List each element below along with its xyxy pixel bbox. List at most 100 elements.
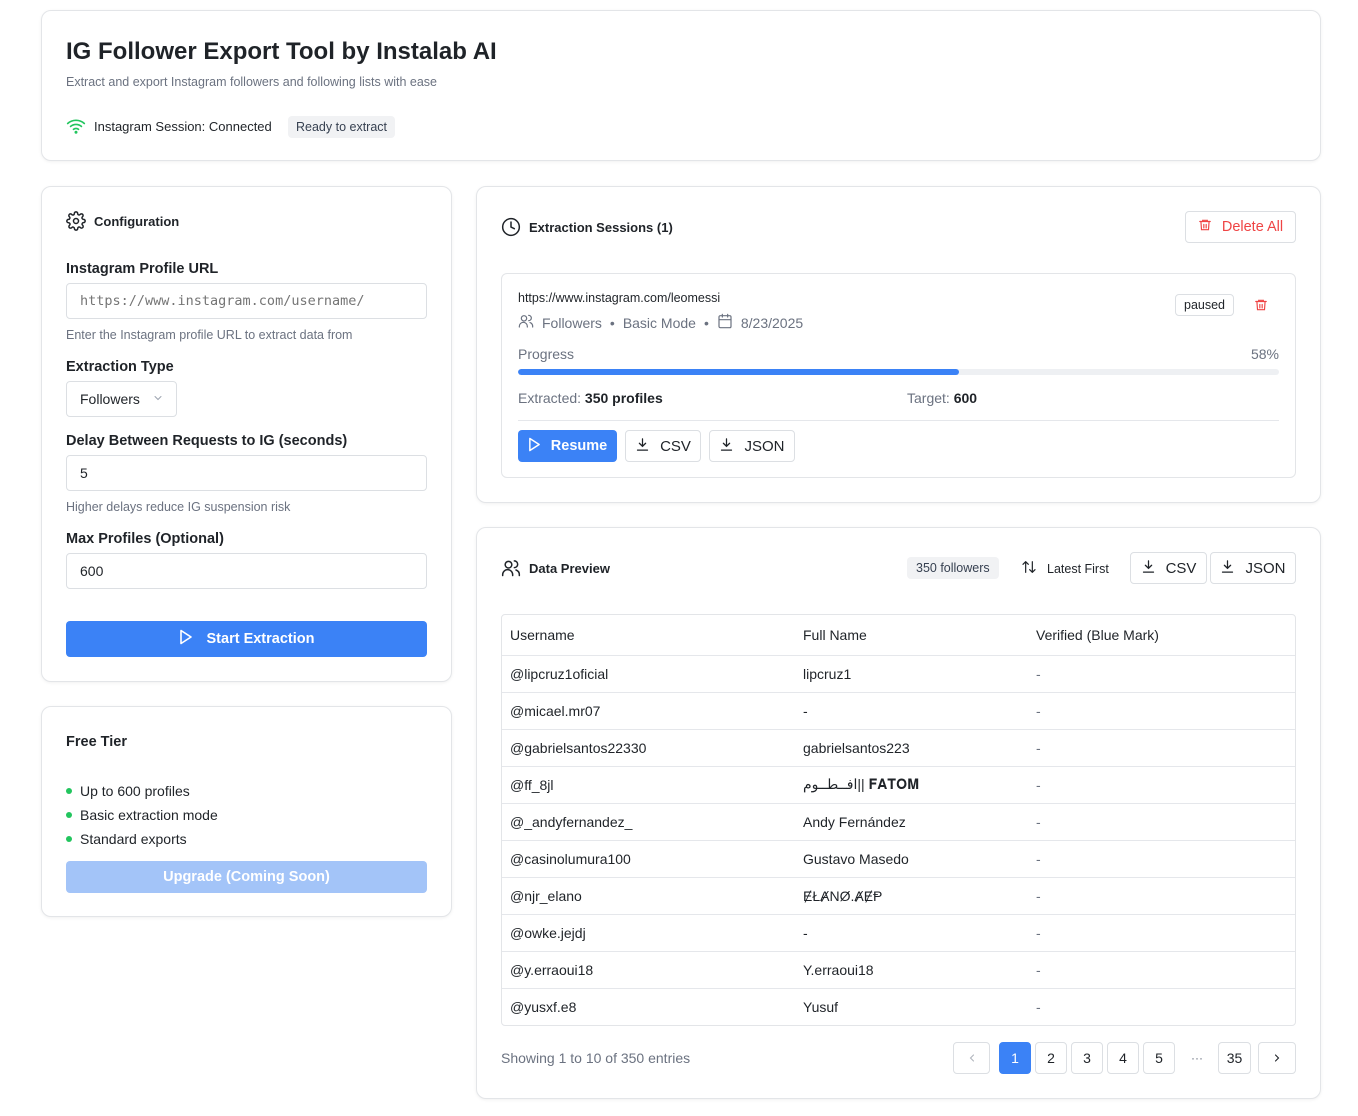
column-header-verified[interactable]: Verified (Blue Mark) bbox=[1028, 615, 1295, 656]
download-icon bbox=[1220, 559, 1235, 578]
next-page-button[interactable] bbox=[1258, 1042, 1296, 1074]
download-icon bbox=[635, 437, 650, 456]
cell-username: @ff_8jl bbox=[502, 766, 795, 804]
resume-button[interactable]: Resume bbox=[518, 430, 617, 462]
extracted-stat: Extracted: 350 profiles bbox=[518, 390, 663, 406]
configuration-card: Configuration Instagram Profile URL Ente… bbox=[41, 186, 452, 682]
target-value: 600 bbox=[953, 390, 978, 406]
table-row: @yusxf.e8 Yusuf - bbox=[502, 988, 1295, 1025]
cell-full-name: lipcruz1 bbox=[795, 655, 1028, 693]
table-row: @ff_8jl افــطــوم|| 𝐅𝐀𝐓𝐎𝐌 - bbox=[502, 766, 1295, 804]
data-preview-title: Data Preview bbox=[529, 561, 610, 576]
table-row: @lipcruz1oficial lipcruz1- bbox=[502, 655, 1295, 693]
preview-csv-button[interactable]: CSV bbox=[1130, 552, 1207, 584]
feature-label: Standard exports bbox=[80, 831, 187, 847]
cell-full-name: Y.erraoui18 bbox=[795, 951, 1028, 989]
page-4-button[interactable]: 4 bbox=[1107, 1042, 1139, 1074]
upgrade-button[interactable]: Upgrade (Coming Soon) bbox=[66, 861, 427, 893]
cell-username: @owke.jejdj bbox=[502, 914, 795, 952]
session-csv-button[interactable]: CSV bbox=[625, 430, 701, 462]
session-date: 8/23/2025 bbox=[740, 314, 804, 331]
extracted-label: Extracted: bbox=[518, 390, 582, 406]
ready-badge: Ready to extract bbox=[288, 116, 396, 138]
cell-full-name: - bbox=[795, 692, 1028, 730]
extraction-type-select[interactable]: Followers bbox=[66, 381, 177, 417]
progress-label: Progress bbox=[518, 346, 575, 362]
session-status: Instagram Session: Connected bbox=[94, 119, 272, 134]
table-row: @_andyfernandez_ Andy Fernández - bbox=[502, 803, 1295, 841]
url-label: Instagram Profile URL bbox=[66, 261, 219, 277]
csv-label: CSV bbox=[660, 437, 691, 455]
delay-input[interactable]: 5 bbox=[66, 455, 427, 491]
type-label: Extraction Type bbox=[66, 359, 174, 375]
cell-username: @lipcruz1oficial bbox=[502, 655, 795, 693]
session-type: Followers bbox=[542, 314, 602, 331]
csv-label: CSV bbox=[1165, 559, 1197, 577]
prev-page-button[interactable] bbox=[953, 1042, 990, 1074]
data-table-wrapper: Username Full Name Verified (Blue Mark) … bbox=[501, 614, 1296, 1026]
table-row: @micael.mr07- - bbox=[502, 692, 1295, 730]
extracted-value: 350 profiles bbox=[584, 390, 663, 406]
table-row: @njr_elano ɆŁȺNØ.ȺɆⱣ - bbox=[502, 877, 1295, 915]
session-json-button[interactable]: JSON bbox=[709, 430, 795, 462]
cell-full-name: ɆŁȺNØ.ȺɆⱣ bbox=[795, 877, 1028, 915]
cell-username: @yusxf.e8 bbox=[510, 998, 577, 1015]
json-label: JSON bbox=[744, 437, 785, 455]
cell-full-name: Andy Fernández bbox=[795, 803, 1028, 841]
resume-label: Resume bbox=[550, 438, 608, 454]
cell-username: @y.erraoui18 bbox=[502, 951, 795, 989]
feature-item: Up to 600 profiles bbox=[66, 779, 218, 803]
max-profiles-input[interactable]: 600 bbox=[66, 553, 427, 589]
cell-full-name: Gustavo Masedo bbox=[795, 840, 1028, 878]
table-body: @lipcruz1oficial lipcruz1- @micael.mr07- - @… bbox=[502, 655, 1295, 1025]
sessions-title: Extraction Sessions (1) bbox=[529, 220, 673, 235]
profile-url-input[interactable] bbox=[66, 283, 427, 319]
extraction-type-value: Followers bbox=[80, 391, 140, 407]
cell-full-name: Yusuf bbox=[803, 998, 839, 1015]
extraction-sessions-card: Extraction Sessions (1) Delete All https… bbox=[476, 186, 1321, 503]
delete-session-icon[interactable] bbox=[1254, 297, 1268, 318]
target-label: Target: bbox=[907, 390, 950, 406]
sort-toggle[interactable]: Latest First bbox=[1021, 559, 1109, 578]
cell-verified: - bbox=[1028, 655, 1295, 693]
column-header-full-name[interactable]: Full Name bbox=[795, 615, 1028, 656]
delete-all-button[interactable]: Delete All bbox=[1185, 211, 1296, 243]
cell-username: @njr_elano bbox=[502, 877, 795, 915]
preview-json-button[interactable]: JSON bbox=[1210, 552, 1296, 584]
feature-item: Standard exports bbox=[66, 827, 218, 851]
play-icon bbox=[179, 629, 193, 649]
followers-count-badge: 350 followers bbox=[907, 557, 999, 579]
page-35-button[interactable]: 35 bbox=[1218, 1042, 1251, 1074]
download-icon bbox=[1141, 559, 1156, 578]
wifi-icon bbox=[66, 117, 86, 140]
json-label: JSON bbox=[1245, 559, 1286, 577]
data-preview-card: Data Preview 350 followers Latest First … bbox=[476, 527, 1321, 1099]
page-5-button[interactable]: 5 bbox=[1143, 1042, 1175, 1074]
data-table: Username Full Name Verified (Blue Mark) … bbox=[502, 615, 1295, 1025]
cell-full-name: افــطــوم|| 𝐅𝐀𝐓𝐎𝐌 bbox=[795, 766, 1028, 804]
cell-verified: - bbox=[1028, 840, 1295, 878]
table-row: @y.erraoui18 Y.erraoui18- bbox=[502, 951, 1295, 989]
start-extraction-button[interactable]: Start Extraction bbox=[66, 621, 427, 657]
feature-item: Basic extraction mode bbox=[66, 803, 218, 827]
column-header-username[interactable]: Username bbox=[502, 615, 795, 656]
session-meta: Followers • Basic Mode • 8/23/2025 bbox=[518, 313, 803, 332]
sort-label: Latest First bbox=[1047, 561, 1109, 576]
cell-verified: - bbox=[1028, 951, 1295, 989]
cell-username: @_andyfernandez_ bbox=[502, 803, 795, 841]
page-3-button[interactable]: 3 bbox=[1071, 1042, 1103, 1074]
configuration-title: Configuration bbox=[94, 214, 180, 229]
max-profiles-label: Max Profiles (Optional) bbox=[66, 531, 224, 547]
progress-percent: 58% bbox=[1250, 346, 1279, 362]
delete-all-label: Delete All bbox=[1221, 219, 1284, 235]
separator-dot: • bbox=[703, 314, 709, 331]
free-tier-card: Free Tier Up to 600 profiles Basic extra… bbox=[41, 706, 452, 917]
feature-list: Up to 600 profiles Basic extraction mode… bbox=[66, 779, 218, 851]
cell-full-name: gabrielsantos223 bbox=[795, 729, 1028, 767]
chevron-down-icon bbox=[152, 391, 164, 407]
chevron-left-icon bbox=[969, 1054, 974, 1062]
page-1-button[interactable]: 1 bbox=[999, 1042, 1031, 1074]
cell-full-name: - bbox=[795, 914, 1028, 952]
page-2-button[interactable]: 2 bbox=[1035, 1042, 1067, 1074]
showing-entries: Showing 1 to 10 of 350 entries bbox=[501, 1050, 691, 1066]
